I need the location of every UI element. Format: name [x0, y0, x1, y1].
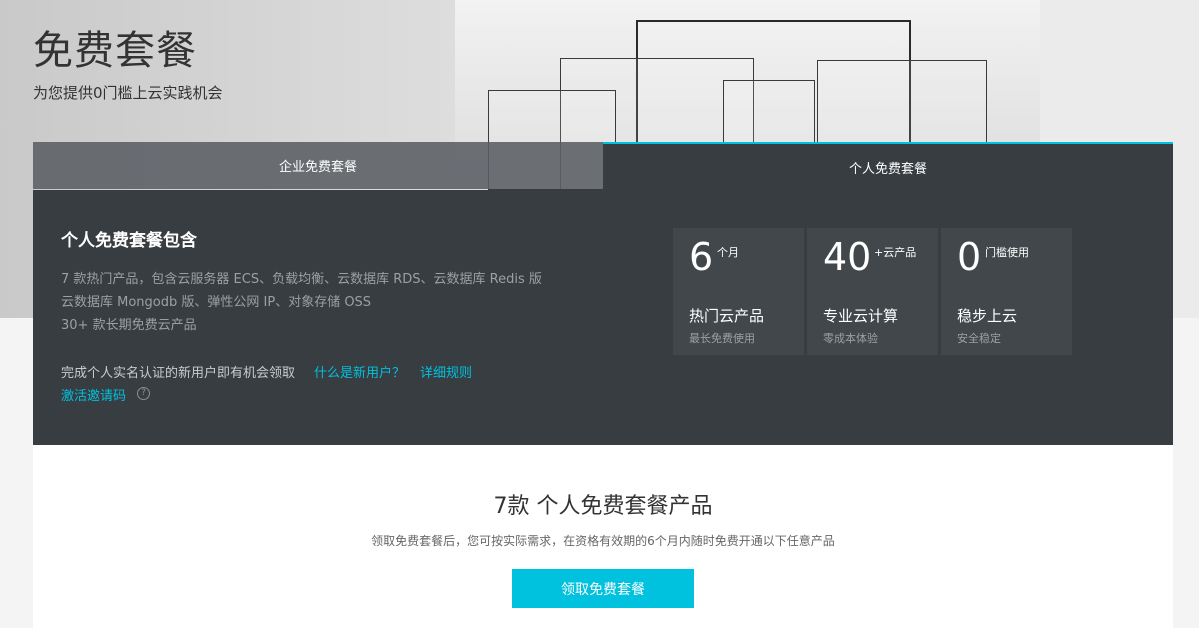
stat-unit: 门槛使用: [985, 246, 1029, 259]
stat-card: 0 门槛使用 稳步上云 安全稳定: [941, 228, 1072, 355]
claim-free-plan-button[interactable]: 领取免费套餐: [512, 569, 694, 608]
stat-number: 6: [689, 235, 714, 279]
stat-card: 40 +云产品 专业云计算 零成本体验: [807, 228, 938, 355]
stat-number: 40: [823, 235, 872, 279]
stat-number: 0: [957, 235, 982, 279]
stat-label: 稳步上云: [957, 307, 1018, 325]
panel-title: 个人免费套餐包含: [61, 231, 197, 251]
section-title: 7款 个人免费套餐产品: [493, 494, 713, 519]
stat-label: 专业云计算: [823, 307, 899, 325]
what-is-new-user-link[interactable]: 什么是新用户？: [314, 362, 405, 381]
stat-sublabel: 安全稳定: [957, 332, 1001, 345]
feature-line: 云数据库 Mongodb 版、弹性公网 IP、对象存储 OSS: [61, 295, 372, 310]
help-icon[interactable]: ?: [137, 387, 150, 400]
stat-card: 6 个月 热门云产品 最长免费使用: [673, 228, 804, 355]
feature-line: 7 款热门产品，包含云服务器 ECS、负载均衡、云数据库 RDS、云数据库 Re…: [61, 272, 542, 287]
products-section: 7款 个人免费套餐产品 领取免费套餐后，您可按实际需求，在资格有效期的6个月内随…: [33, 445, 1173, 628]
stat-sublabel: 最长免费使用: [689, 332, 755, 345]
tab-personal-free-plan[interactable]: 个人免费套餐: [603, 142, 1173, 190]
page-subtitle: 为您提供0门槛上云实践机会: [33, 84, 223, 102]
section-description: 领取免费套餐后，您可按实际需求，在资格有效期的6个月内随时免费开通以下任意产品: [371, 534, 835, 548]
plan-tabs: 企业免费套餐 个人免费套餐: [33, 142, 1173, 190]
stat-unit: +云产品: [874, 246, 917, 259]
activate-invite-code-link[interactable]: 激活邀请码: [61, 385, 126, 404]
personal-plan-panel: 个人免费套餐包含 7 款热门产品，包含云服务器 ECS、负载均衡、云数据库 RD…: [33, 190, 1173, 445]
detailed-rules-link[interactable]: 详细规则: [420, 362, 472, 381]
page-title: 免费套餐: [33, 28, 197, 74]
stat-label: 热门云产品: [689, 307, 765, 325]
stat-unit: 个月: [717, 246, 739, 259]
new-user-notice: 完成个人实名认证的新用户即有机会领取: [61, 366, 296, 381]
stat-sublabel: 零成本体验: [823, 332, 878, 345]
tab-enterprise-free-plan[interactable]: 企业免费套餐: [33, 142, 603, 189]
feature-line: 30+ 款长期免费云产品: [61, 318, 197, 333]
